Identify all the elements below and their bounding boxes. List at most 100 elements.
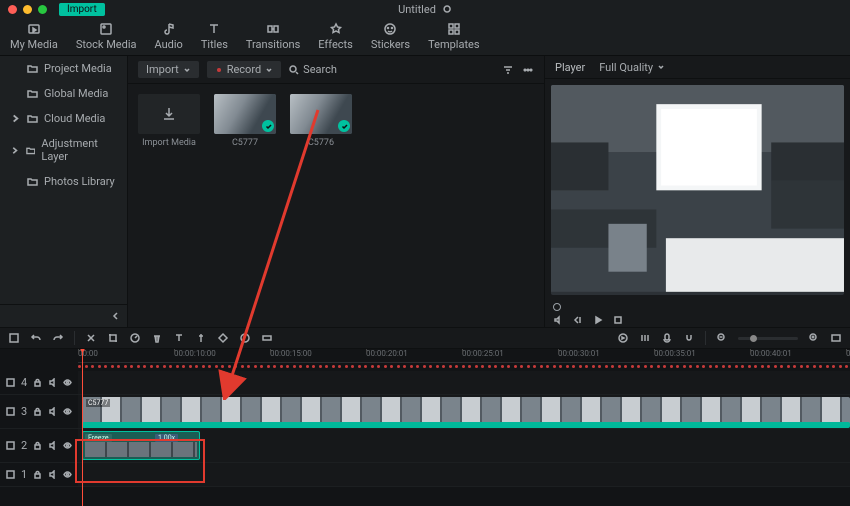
- render-icon[interactable]: [617, 332, 629, 344]
- maximize-window-icon[interactable]: [38, 5, 47, 14]
- ruler-mark: 00:00:10:00: [174, 349, 216, 358]
- ruler-mark: 00:00:40:01: [750, 349, 792, 358]
- ruler-mark: 00:00:20:01: [366, 349, 408, 358]
- speed-icon[interactable]: [129, 332, 141, 344]
- visibility-icon[interactable]: [63, 407, 72, 416]
- window-controls[interactable]: [8, 5, 47, 14]
- minimize-window-icon[interactable]: [23, 5, 32, 14]
- search-icon: [289, 65, 299, 75]
- mute-icon[interactable]: [48, 378, 57, 387]
- cut-icon[interactable]: [85, 332, 97, 344]
- record-icon: [215, 66, 223, 74]
- timeline[interactable]: 00:0000:00:10:0000:00:15:0000:00:20:0100…: [0, 349, 850, 506]
- track-toggle-icon[interactable]: [6, 441, 15, 450]
- undo-icon[interactable]: [30, 332, 42, 344]
- lock-icon[interactable]: [33, 378, 42, 387]
- media-clip[interactable]: C5776: [290, 94, 352, 148]
- import-media-card[interactable]: Import Media: [138, 94, 200, 148]
- lock-icon[interactable]: [33, 407, 42, 416]
- zoom-fit-icon[interactable]: [830, 332, 842, 344]
- folder-icon: [27, 88, 38, 99]
- track-toggle-icon[interactable]: [6, 378, 15, 387]
- sidebar: Project MediaGlobal MediaCloud MediaAdju…: [0, 56, 128, 327]
- sidebar-global-media[interactable]: Global Media: [0, 81, 127, 106]
- sidebar-project-media[interactable]: Project Media: [0, 56, 127, 81]
- play-icon[interactable]: [593, 315, 603, 325]
- zoom-slider[interactable]: [738, 337, 798, 340]
- audio-icon: [162, 22, 176, 36]
- ruler-mark: 00:00:15:00: [270, 349, 312, 358]
- ruler-mark: 00:00:45:01: [846, 349, 850, 358]
- nav-transitions[interactable]: Transitions: [246, 22, 300, 51]
- snap-icon[interactable]: [683, 332, 695, 344]
- marker-icon[interactable]: [553, 303, 561, 311]
- lock-icon[interactable]: [33, 470, 42, 479]
- mute-icon[interactable]: [48, 407, 57, 416]
- mute-icon[interactable]: [48, 470, 57, 479]
- applied-check-icon: [262, 120, 274, 132]
- detach-icon[interactable]: [261, 332, 273, 344]
- import-button[interactable]: Import: [59, 3, 105, 16]
- ruler-mark: 00:00:35:01: [654, 349, 696, 358]
- timeline-ruler[interactable]: 00:0000:00:10:0000:00:15:0000:00:20:0100…: [78, 349, 850, 363]
- templates-icon: [447, 22, 461, 36]
- marker-tool-icon[interactable]: [195, 332, 207, 344]
- nav-templates[interactable]: Templates: [428, 22, 479, 51]
- voiceover-icon[interactable]: [661, 332, 673, 344]
- import-icon: [160, 105, 178, 123]
- mixer-icon[interactable]: [639, 332, 651, 344]
- import-dropdown[interactable]: Import: [138, 61, 199, 78]
- mute-icon[interactable]: [48, 441, 57, 450]
- transitions-icon: [266, 22, 280, 36]
- player-tab[interactable]: Player: [555, 61, 585, 74]
- media-clip[interactable]: C5777: [214, 94, 276, 148]
- record-dropdown[interactable]: Record: [207, 61, 281, 78]
- quality-dropdown[interactable]: Full Quality: [599, 61, 665, 74]
- keyframe-icon[interactable]: [217, 332, 229, 344]
- nav-stickers[interactable]: Stickers: [371, 22, 410, 51]
- timeline-audio[interactable]: [82, 422, 850, 428]
- more-icon[interactable]: [522, 64, 534, 76]
- close-window-icon[interactable]: [8, 5, 17, 14]
- prev-frame-icon[interactable]: [573, 315, 583, 325]
- zoom-in-icon[interactable]: [808, 332, 820, 344]
- effects-icon: [329, 22, 343, 36]
- delete-icon[interactable]: [151, 332, 163, 344]
- nav-effects[interactable]: Effects: [318, 22, 353, 51]
- sidebar-adjustment-layer[interactable]: Adjustment Layer: [0, 131, 127, 169]
- filter-icon[interactable]: [502, 64, 514, 76]
- track-toggle-icon[interactable]: [6, 407, 15, 416]
- cloud-sync-icon[interactable]: [442, 4, 452, 14]
- layout-icon[interactable]: [8, 332, 20, 344]
- visibility-icon[interactable]: [63, 470, 72, 479]
- search-input[interactable]: Search: [289, 63, 494, 76]
- nav-titles[interactable]: Titles: [201, 22, 228, 51]
- chevron-down-icon: [183, 66, 191, 74]
- visibility-icon[interactable]: [63, 378, 72, 387]
- stop-icon[interactable]: [613, 315, 623, 325]
- zoom-out-icon[interactable]: [716, 332, 728, 344]
- sidebar-photos-library[interactable]: Photos Library: [0, 169, 127, 194]
- visibility-icon[interactable]: [63, 441, 72, 450]
- folder-icon: [27, 113, 38, 124]
- sidebar-cloud-media[interactable]: Cloud Media: [0, 106, 127, 131]
- ruler-mark: 00:00:30:01: [558, 349, 600, 358]
- collapse-sidebar-button[interactable]: [0, 304, 127, 327]
- preview-viewport[interactable]: [551, 85, 844, 295]
- nav-stock-media[interactable]: Stock Media: [76, 22, 137, 51]
- lock-icon[interactable]: [33, 441, 42, 450]
- chevron-down-icon: [657, 63, 665, 71]
- annotation-highlight: [75, 439, 205, 483]
- track-toggle-icon[interactable]: [6, 470, 15, 479]
- color-icon[interactable]: [239, 332, 251, 344]
- applied-check-icon: [338, 120, 350, 132]
- folder-icon: [27, 63, 38, 74]
- volume-icon[interactable]: [553, 315, 563, 325]
- redo-icon[interactable]: [52, 332, 64, 344]
- nav-my-media[interactable]: My Media: [10, 22, 58, 51]
- track-row: 3 C5777: [0, 395, 850, 429]
- titlebar: Import Untitled: [0, 0, 850, 18]
- crop-icon[interactable]: [107, 332, 119, 344]
- nav-audio[interactable]: Audio: [155, 22, 183, 51]
- text-icon[interactable]: [173, 332, 185, 344]
